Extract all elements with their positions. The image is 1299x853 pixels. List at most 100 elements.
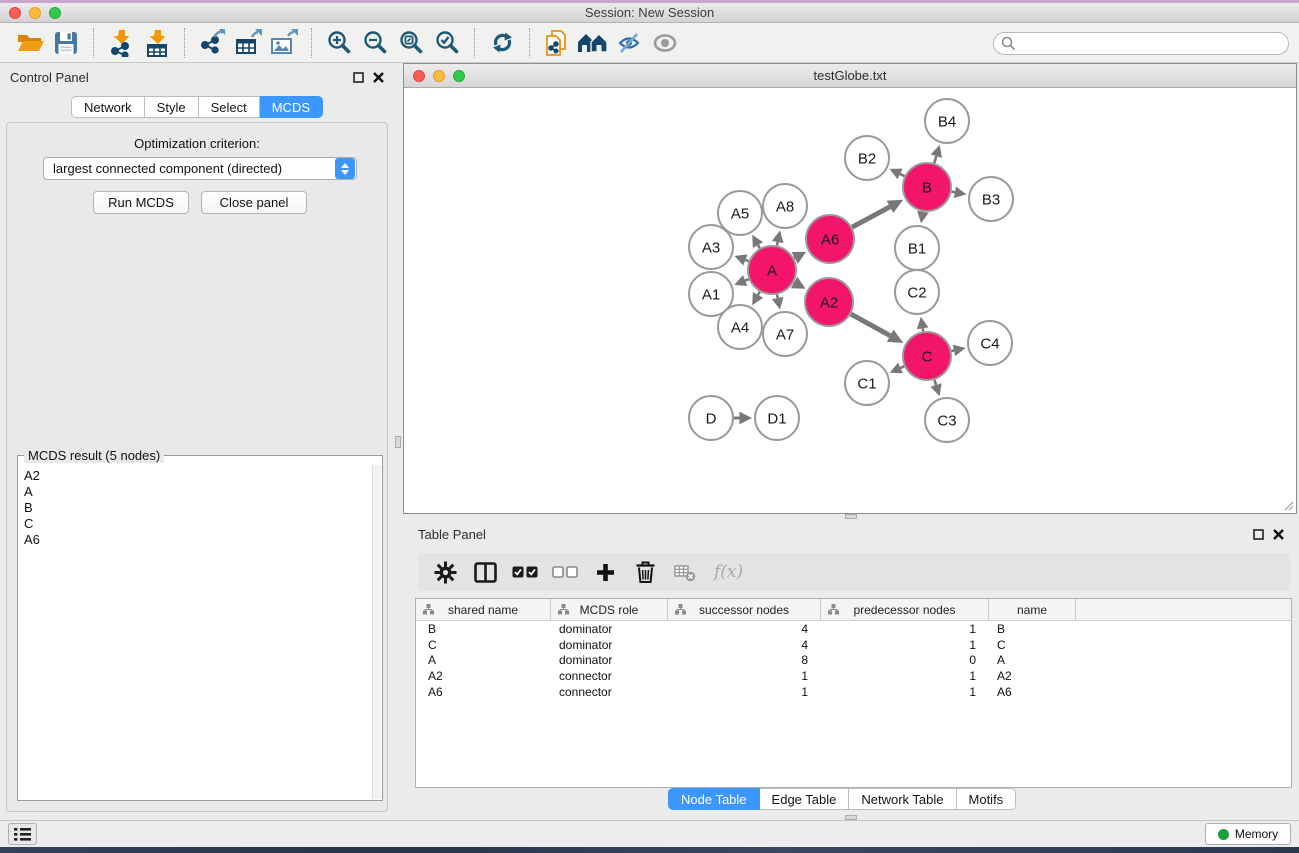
zoom-selected-icon[interactable] — [429, 27, 465, 59]
edge-A-A5[interactable] — [758, 245, 760, 248]
task-history-button[interactable] — [8, 823, 37, 845]
graph-node-A8[interactable]: A8 — [763, 184, 807, 228]
graph-node-B3[interactable]: B3 — [969, 177, 1013, 221]
graph-node-B1[interactable]: B1 — [895, 226, 939, 270]
mcds-result-item[interactable]: B — [24, 500, 364, 516]
column-header-predecessor-nodes[interactable]: predecessor nodes — [821, 599, 989, 620]
graph-node-A3[interactable]: A3 — [689, 225, 733, 269]
mcds-result-item[interactable]: A6 — [24, 532, 364, 548]
resize-grip-icon[interactable] — [1282, 499, 1294, 511]
delete-table-icon[interactable] — [672, 559, 698, 585]
network-canvas[interactable]: B4B2BB3A8A5A6A3B1AC2A1A2A4A7C4CC1DD1C3 — [404, 89, 1296, 514]
graph-node-A2[interactable]: A2 — [805, 278, 853, 326]
edge-A2-C[interactable] — [851, 314, 890, 336]
edge-A-A1[interactable] — [745, 279, 749, 280]
graph-node-D1[interactable]: D1 — [755, 396, 799, 440]
tab-mcds[interactable]: MCDS — [260, 96, 323, 118]
graph-node-C4[interactable]: C4 — [968, 321, 1012, 365]
export-network-icon[interactable] — [194, 27, 230, 59]
tab-style[interactable]: Style — [145, 96, 199, 118]
table-settings-gear-icon[interactable] — [432, 559, 458, 585]
edge-C-C3[interactable] — [934, 380, 936, 385]
table-tab-network-table[interactable]: Network Table — [849, 788, 956, 810]
network-window-titlebar[interactable]: testGlobe.txt — [404, 64, 1296, 88]
import-table-icon[interactable] — [139, 27, 175, 59]
edge-A-A8[interactable] — [777, 242, 778, 246]
node-table[interactable]: shared nameMCDS rolesuccessor nodesprede… — [415, 598, 1292, 788]
edge-A-A7[interactable] — [777, 294, 778, 298]
tab-select[interactable]: Select — [199, 96, 260, 118]
graph-node-B2[interactable]: B2 — [845, 136, 889, 180]
table-tab-edge-table[interactable]: Edge Table — [760, 788, 850, 810]
table-tab-node-table[interactable]: Node Table — [668, 788, 760, 810]
zoom-out-icon[interactable] — [357, 27, 393, 59]
add-column-icon[interactable] — [592, 559, 618, 585]
graph-node-A4[interactable]: A4 — [718, 305, 762, 349]
result-scrollbar[interactable] — [372, 465, 381, 799]
graph-node-C1[interactable]: C1 — [845, 361, 889, 405]
zoom-fit-icon[interactable] — [393, 27, 429, 59]
edge-A-A4[interactable] — [758, 292, 760, 295]
table-row[interactable]: A2connector11A2 — [416, 668, 1291, 684]
column-header-name[interactable]: name — [989, 599, 1076, 620]
close-table-panel-icon[interactable] — [1273, 529, 1284, 540]
select-all-columns-icon[interactable] — [512, 559, 538, 585]
function-builder-icon[interactable]: f(x) — [714, 562, 743, 582]
mcds-panel: Optimization criterion: largest connecte… — [6, 122, 388, 812]
search-input[interactable] — [993, 32, 1289, 55]
criterion-dropdown[interactable]: largest connected component (directed) — [43, 157, 357, 180]
edge-C-C1[interactable] — [900, 366, 904, 368]
open-session-icon[interactable] — [12, 27, 48, 59]
import-network-icon[interactable] — [103, 27, 139, 59]
tab-network[interactable]: Network — [71, 96, 145, 118]
column-header-successor-nodes[interactable]: successor nodes — [668, 599, 821, 620]
delete-column-trash-icon[interactable] — [632, 559, 658, 585]
export-image-icon[interactable] — [266, 27, 302, 59]
edge-C-C4[interactable] — [951, 350, 954, 351]
edge-A-A3[interactable] — [745, 260, 748, 261]
home-overview-icon[interactable] — [575, 27, 611, 59]
table-row[interactable]: A6connector11A6 — [416, 684, 1291, 700]
graph-node-A6[interactable]: A6 — [806, 215, 854, 263]
refresh-icon[interactable] — [484, 27, 520, 59]
mcds-result-item[interactable]: A2 — [24, 468, 364, 484]
mcds-result-list[interactable]: A2ABCA6 — [18, 464, 370, 800]
toggle-annotations-icon[interactable] — [611, 27, 647, 59]
close-panel-icon[interactable] — [373, 72, 384, 83]
zoom-in-icon[interactable] — [321, 27, 357, 59]
clone-network-icon[interactable] — [539, 27, 575, 59]
table-row[interactable]: Bdominator41B — [416, 621, 1291, 637]
graph-node-B4[interactable]: B4 — [925, 99, 969, 143]
close-panel-button[interactable]: Close panel — [201, 191, 307, 214]
edge-A6-B[interactable] — [852, 207, 890, 227]
column-header-shared-name[interactable]: shared name — [416, 599, 551, 620]
float-table-panel-icon[interactable] — [1253, 529, 1264, 540]
graph-node-C[interactable]: C — [903, 332, 951, 380]
float-panel-icon[interactable] — [353, 72, 364, 83]
graph-node-A7[interactable]: A7 — [763, 312, 807, 356]
table-row[interactable]: Cdominator41C — [416, 637, 1291, 653]
graph-node-B[interactable]: B — [903, 163, 951, 211]
run-mcds-button[interactable]: Run MCDS — [93, 191, 189, 214]
eye-details-icon[interactable] — [647, 27, 683, 59]
memory-button[interactable]: Memory — [1205, 823, 1291, 845]
save-session-icon[interactable] — [48, 27, 84, 59]
horizontal-splitter-handle[interactable] — [845, 514, 857, 519]
graph-node-C3[interactable]: C3 — [925, 398, 969, 442]
table-row[interactable]: Adominator80A — [416, 653, 1291, 669]
graph-node-C2[interactable]: C2 — [895, 270, 939, 314]
split-panel-icon[interactable] — [472, 559, 498, 585]
edge-B-B4[interactable] — [934, 156, 936, 163]
column-header-MCDS-role[interactable]: MCDS role — [551, 599, 668, 620]
table-tab-motifs[interactable]: Motifs — [957, 788, 1017, 810]
edge-B-B2[interactable] — [900, 174, 904, 176]
graph-node-A[interactable]: A — [748, 246, 796, 294]
mcds-result-item[interactable]: C — [24, 516, 364, 532]
vertical-splitter-handle[interactable] — [395, 436, 401, 448]
export-table-icon[interactable] — [230, 27, 266, 59]
graph-node-A5[interactable]: A5 — [718, 191, 762, 235]
mcds-result-item[interactable]: A — [24, 484, 364, 500]
deselect-all-columns-icon[interactable] — [552, 559, 578, 585]
edge-B-B3[interactable] — [952, 192, 955, 193]
graph-node-D[interactable]: D — [689, 396, 733, 440]
